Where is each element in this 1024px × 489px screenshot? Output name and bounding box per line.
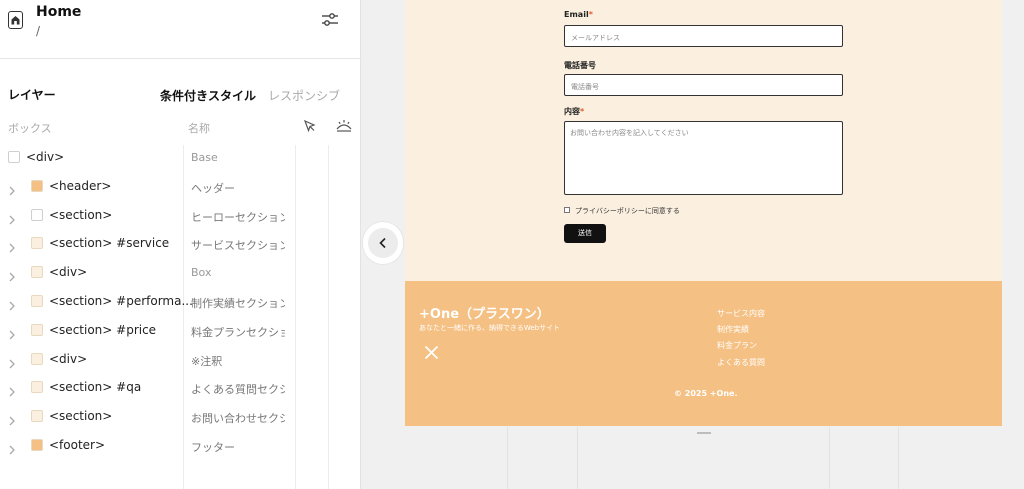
page-preview: Email* メールアドレス 電話番号 電話番号 内容* お問い合わせ内容を記入… (405, 0, 1002, 426)
layer-row[interactable]: <footer> フッター (0, 431, 361, 460)
layer-tag: <div> (26, 150, 65, 164)
layer-tag: <header> (49, 178, 112, 193)
page-path: / (36, 24, 41, 38)
chevron-right-icon[interactable] (9, 382, 15, 401)
x-logo-icon[interactable] (424, 345, 439, 364)
email-label-text: Email (564, 10, 589, 19)
footer-brand: +One（プラスワン） (419, 307, 550, 322)
layer-name[interactable]: Box (191, 266, 285, 279)
tab-responsive[interactable]: レスポンシブ (268, 87, 340, 104)
layer-tag: <section> (49, 207, 113, 222)
collapse-panel-button[interactable] (363, 222, 403, 264)
column-header-box: ボックス (8, 122, 52, 135)
layer-name[interactable]: お問い合わせセクシ (191, 410, 285, 426)
chevron-right-icon[interactable] (9, 267, 15, 286)
canvas-guide (829, 427, 830, 489)
content-label: 内容* (564, 106, 584, 117)
layer-swatch[interactable] (31, 439, 43, 451)
chevron-right-icon[interactable] (9, 411, 15, 430)
chevron-right-icon[interactable] (9, 440, 15, 459)
layer-tag: <section> (49, 409, 113, 424)
layer-name[interactable]: ※注釈 (191, 353, 285, 369)
footer-link-service[interactable]: サービス内容 (717, 308, 765, 319)
sliders-icon[interactable] (321, 11, 339, 33)
canvas-guide (898, 427, 899, 489)
layer-name[interactable]: よくある質問セクシ (191, 381, 285, 397)
privacy-checkbox[interactable] (564, 207, 570, 213)
required-mark: * (580, 107, 585, 116)
layer-name[interactable]: 料金プランセクショ (191, 324, 285, 340)
layer-row[interactable]: <header> ヘッダー (0, 172, 361, 201)
layer-row[interactable]: <div> ※注釈 (0, 345, 361, 374)
column-header-name: 名称 (188, 122, 210, 135)
canvas-guide (507, 427, 508, 489)
layer-tag: <section> #qa (49, 380, 142, 395)
layer-row[interactable]: <section> #performa... 制作実績セクション (0, 287, 361, 316)
layer-name[interactable]: 制作実績セクション (191, 295, 285, 311)
email-label: Email* (564, 10, 593, 19)
layer-swatch[interactable] (31, 381, 43, 394)
layer-row[interactable]: <section> #service サービスセクション (0, 229, 361, 258)
chevron-right-icon[interactable] (9, 296, 15, 315)
page-title: Home (36, 4, 82, 20)
collapse-button-bg (368, 228, 398, 258)
footer-copyright: © 2025 +One. (674, 389, 738, 398)
layer-swatch[interactable] (31, 208, 43, 221)
layer-name[interactable]: ヘッダー (191, 180, 285, 196)
layer-swatch[interactable] (31, 323, 43, 336)
layer-tag: <section> #service (49, 236, 170, 251)
layer-row[interactable]: <section> #qa よくある質問セクシ (0, 373, 361, 402)
phone-label: 電話番号 (564, 61, 596, 70)
chevron-right-icon[interactable] (9, 210, 15, 229)
layer-tag: <div> (49, 351, 88, 366)
footer-link-price[interactable]: 料金プラン (717, 340, 757, 351)
layer-row[interactable]: <section> #price 料金プランセクショ (0, 316, 361, 345)
layer-swatch[interactable] (31, 237, 43, 250)
chevron-right-icon[interactable] (9, 354, 15, 373)
phone-field[interactable]: 電話番号 (564, 74, 843, 96)
panel-header: Home / (0, 0, 361, 59)
layer-swatch[interactable] (31, 352, 43, 365)
layer-row[interactable]: <section> お問い合わせセクシ (0, 402, 361, 431)
email-field[interactable]: メールアドレス (564, 25, 843, 47)
layer-row[interactable]: <div> Base (0, 143, 361, 172)
layer-tag: <section> #performa... (49, 294, 193, 308)
chevron-right-icon[interactable] (9, 238, 15, 257)
home-icon[interactable] (8, 11, 23, 29)
chevron-right-icon[interactable] (9, 325, 15, 344)
resize-handle[interactable] (697, 432, 711, 434)
privacy-label: プライバシーポリシーに同意する (575, 207, 680, 215)
layer-row[interactable]: <div> Box (0, 258, 361, 287)
chevron-right-icon[interactable] (9, 181, 15, 200)
layers-heading: レイヤー (8, 88, 56, 102)
layer-name[interactable]: フッター (191, 439, 285, 455)
contact-section: Email* メールアドレス 電話番号 電話番号 内容* お問い合わせ内容を記入… (405, 0, 1002, 281)
footer-tagline: あなたと一緒に作る、納得できるWebサイト (419, 324, 561, 332)
site-footer: +One（プラスワン） あなたと一緒に作る、納得できるWebサイト サービス内容… (405, 281, 1002, 426)
pointer-icon[interactable] (303, 118, 317, 137)
layer-name[interactable]: サービスセクション (191, 237, 285, 253)
layer-tag: <div> (49, 265, 88, 280)
message-textarea[interactable]: お問い合わせ内容を記入してください (564, 121, 843, 195)
submit-button[interactable]: 送信 (564, 224, 606, 243)
content-label-text: 内容 (564, 107, 580, 116)
layer-swatch[interactable] (31, 295, 43, 307)
layer-swatch[interactable] (31, 179, 43, 192)
layer-swatch[interactable] (8, 151, 20, 163)
canvas-guide (577, 427, 578, 489)
layer-swatch[interactable] (31, 266, 43, 279)
layer-tag: <footer> (49, 438, 106, 452)
footer-link-works[interactable]: 制作実績 (717, 324, 749, 335)
layer-name[interactable]: Base (191, 151, 285, 164)
layer-swatch[interactable] (31, 410, 43, 423)
layer-tag: <section> #price (49, 322, 157, 337)
footer-link-faq[interactable]: よくある質問 (717, 357, 765, 368)
layer-name[interactable]: ヒーローセクション (191, 209, 285, 225)
eye-off-icon[interactable] (336, 118, 352, 137)
layers-panel: Home / レイヤー 条件付きスタイル レスポンシブ ボックス 名称 <div… (0, 0, 361, 489)
tab-conditional-style[interactable]: 条件付きスタイル (160, 87, 256, 104)
required-mark: * (588, 10, 593, 19)
layer-row[interactable]: <section> ヒーローセクション (0, 201, 361, 230)
